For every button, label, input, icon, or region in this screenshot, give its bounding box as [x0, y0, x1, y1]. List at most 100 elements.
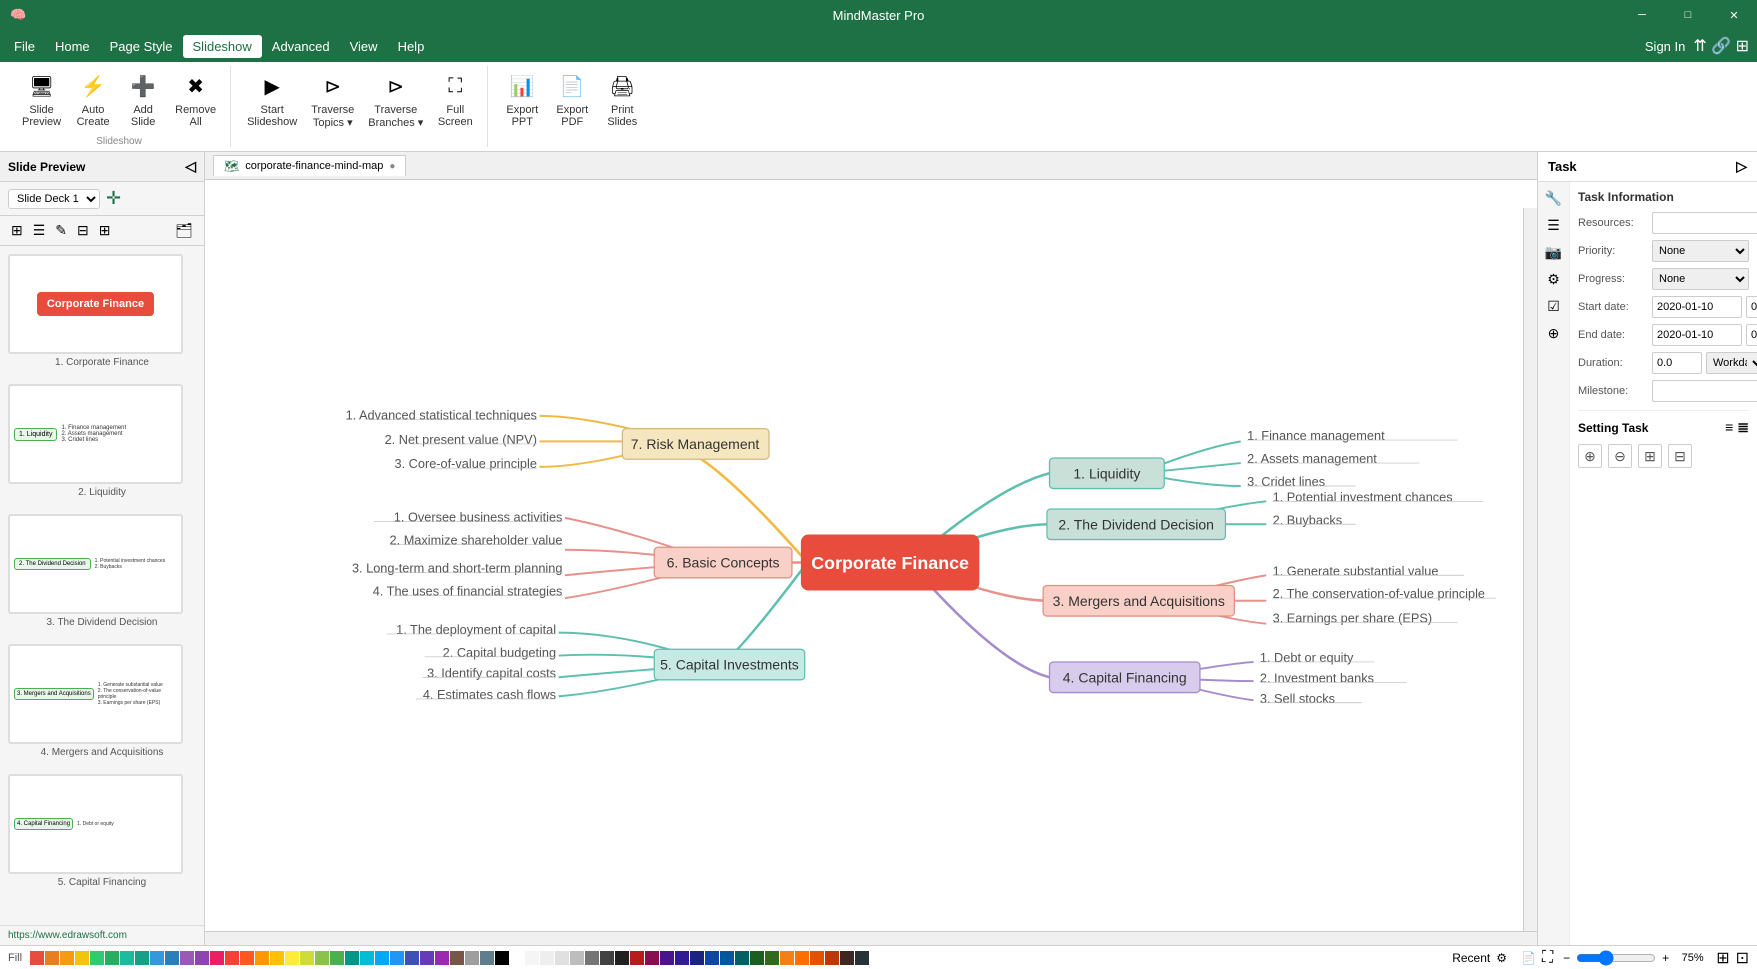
- color-swatch[interactable]: [525, 951, 539, 965]
- menu-slideshow[interactable]: Slideshow: [183, 35, 262, 58]
- menu-file[interactable]: File: [4, 35, 45, 58]
- task-icon-camera[interactable]: 📷: [1545, 244, 1562, 261]
- color-swatch[interactable]: [630, 951, 644, 965]
- slide-item-5[interactable]: 4. Capital Financing 1. Debt or equity 5…: [8, 774, 196, 888]
- color-swatch[interactable]: [225, 951, 239, 965]
- slide-tool-1[interactable]: ⊞: [8, 220, 26, 241]
- color-swatch[interactable]: [615, 951, 629, 965]
- color-swatch[interactable]: [585, 951, 599, 965]
- start-time-input[interactable]: [1746, 296, 1757, 318]
- task-icon-list[interactable]: ☰: [1547, 217, 1560, 234]
- color-swatch[interactable]: [75, 951, 89, 965]
- color-swatch[interactable]: [840, 951, 854, 965]
- color-swatch[interactable]: [645, 951, 659, 965]
- color-swatch[interactable]: [825, 951, 839, 965]
- fit-page-button[interactable]: ⊞: [1716, 948, 1729, 968]
- edrawsoft-link[interactable]: https://www.edrawsoft.com: [8, 930, 127, 941]
- color-swatch[interactable]: [210, 951, 224, 965]
- color-swatch[interactable]: [465, 951, 479, 965]
- export-pdf-button[interactable]: 📄 ExportPDF: [548, 66, 596, 132]
- color-swatch[interactable]: [480, 951, 494, 965]
- menu-help[interactable]: Help: [388, 35, 435, 58]
- setting-btn-remove[interactable]: ⊖: [1608, 444, 1632, 468]
- setting-btn-layout[interactable]: ⊟: [1668, 444, 1692, 468]
- tab-close-button[interactable]: ●: [389, 161, 395, 172]
- color-swatch[interactable]: [810, 951, 824, 965]
- setting-icon-list[interactable]: ≣: [1737, 419, 1749, 436]
- signin-button[interactable]: Sign In: [1645, 39, 1685, 54]
- priority-select[interactable]: None: [1652, 240, 1749, 262]
- color-swatch[interactable]: [105, 951, 119, 965]
- slide-item-2[interactable]: 1. Liquidity 1. Finance management 2. As…: [8, 384, 196, 498]
- start-slideshow-button[interactable]: ▶ StartSlideshow: [241, 66, 303, 132]
- color-swatch[interactable]: [750, 951, 764, 965]
- color-swatch[interactable]: [855, 951, 869, 965]
- menu-home[interactable]: Home: [45, 35, 100, 58]
- start-date-input[interactable]: [1652, 296, 1742, 318]
- mind-map-canvas[interactable]: Corporate Finance 7. Risk Management 6. …: [205, 180, 1537, 945]
- setting-btn-add[interactable]: ⊕: [1578, 444, 1602, 468]
- add-slide-button[interactable]: ➕ AddSlide: [119, 66, 167, 132]
- minimize-button[interactable]: ─: [1619, 0, 1665, 30]
- color-swatch[interactable]: [420, 951, 434, 965]
- color-swatch[interactable]: [150, 951, 164, 965]
- color-swatch[interactable]: [675, 951, 689, 965]
- remove-all-button[interactable]: ✖ RemoveAll: [169, 66, 222, 132]
- task-panel-collapse[interactable]: ▷: [1736, 158, 1747, 175]
- color-swatch[interactable]: [375, 951, 389, 965]
- slide-item-3[interactable]: 2. The Dividend Decision 1. Potential in…: [8, 514, 196, 628]
- setting-btn-grid[interactable]: ⊞: [1638, 444, 1662, 468]
- color-swatch[interactable]: [450, 951, 464, 965]
- close-button[interactable]: ✕: [1711, 0, 1757, 30]
- slide-tool-6[interactable]: 🗂: [172, 220, 196, 241]
- resources-input[interactable]: [1652, 212, 1757, 234]
- fit-icon[interactable]: ⛶: [1542, 949, 1553, 967]
- duration-input[interactable]: [1652, 352, 1702, 374]
- menu-view[interactable]: View: [340, 35, 388, 58]
- color-swatch[interactable]: [690, 951, 704, 965]
- color-swatch[interactable]: [360, 951, 374, 965]
- traverse-branches-button[interactable]: ⊳ TraverseBranches ▾: [362, 66, 429, 133]
- slide-item-4[interactable]: 3. Mergers and Acquisitions 1. Generate …: [8, 644, 196, 758]
- print-slides-button[interactable]: 🖨 PrintSlides: [598, 66, 646, 132]
- slide-preview-button[interactable]: 🖥 SlidePreview: [16, 66, 67, 132]
- progress-select[interactable]: None: [1652, 268, 1749, 290]
- color-swatch[interactable]: [345, 951, 359, 965]
- color-swatch[interactable]: [30, 951, 44, 965]
- color-swatch[interactable]: [315, 951, 329, 965]
- color-swatch[interactable]: [765, 951, 779, 965]
- color-swatch[interactable]: [780, 951, 794, 965]
- task-icon-wrench[interactable]: 🔧: [1545, 190, 1562, 207]
- color-swatch[interactable]: [720, 951, 734, 965]
- color-swatch[interactable]: [270, 951, 284, 965]
- color-swatch[interactable]: [570, 951, 584, 965]
- color-swatch[interactable]: [405, 951, 419, 965]
- task-icon-plus-circle[interactable]: ⊕: [1548, 325, 1560, 342]
- slide-tool-5[interactable]: ⊞: [96, 220, 114, 241]
- slide-tool-2[interactable]: ☰: [30, 220, 49, 241]
- color-swatch[interactable]: [510, 951, 524, 965]
- color-swatch[interactable]: [600, 951, 614, 965]
- color-swatch[interactable]: [330, 951, 344, 965]
- setting-icon-align[interactable]: ≡: [1725, 419, 1733, 436]
- task-icon-check[interactable]: ☑: [1547, 298, 1560, 315]
- slide-deck-select[interactable]: Slide Deck 1: [8, 189, 100, 209]
- traverse-topics-button[interactable]: ⊳ TraverseTopics ▾: [305, 66, 360, 133]
- add-deck-button[interactable]: ✛: [106, 188, 121, 209]
- color-swatch[interactable]: [495, 951, 509, 965]
- end-time-input[interactable]: [1746, 324, 1757, 346]
- color-swatch[interactable]: [135, 951, 149, 965]
- color-swatch[interactable]: [255, 951, 269, 965]
- settings-icon[interactable]: ⚙: [1496, 951, 1507, 965]
- color-swatch[interactable]: [120, 951, 134, 965]
- menu-pagestyle[interactable]: Page Style: [100, 35, 183, 58]
- actual-size-button[interactable]: ⊡: [1736, 948, 1749, 968]
- color-swatch[interactable]: [90, 951, 104, 965]
- zoom-in-button[interactable]: +: [1662, 951, 1669, 965]
- color-swatch[interactable]: [240, 951, 254, 965]
- color-swatch[interactable]: [60, 951, 74, 965]
- color-swatch[interactable]: [390, 951, 404, 965]
- task-icon-gear[interactable]: ⚙: [1547, 271, 1560, 288]
- canvas-hscroll[interactable]: [205, 931, 1537, 945]
- zoom-out-button[interactable]: −: [1563, 951, 1570, 965]
